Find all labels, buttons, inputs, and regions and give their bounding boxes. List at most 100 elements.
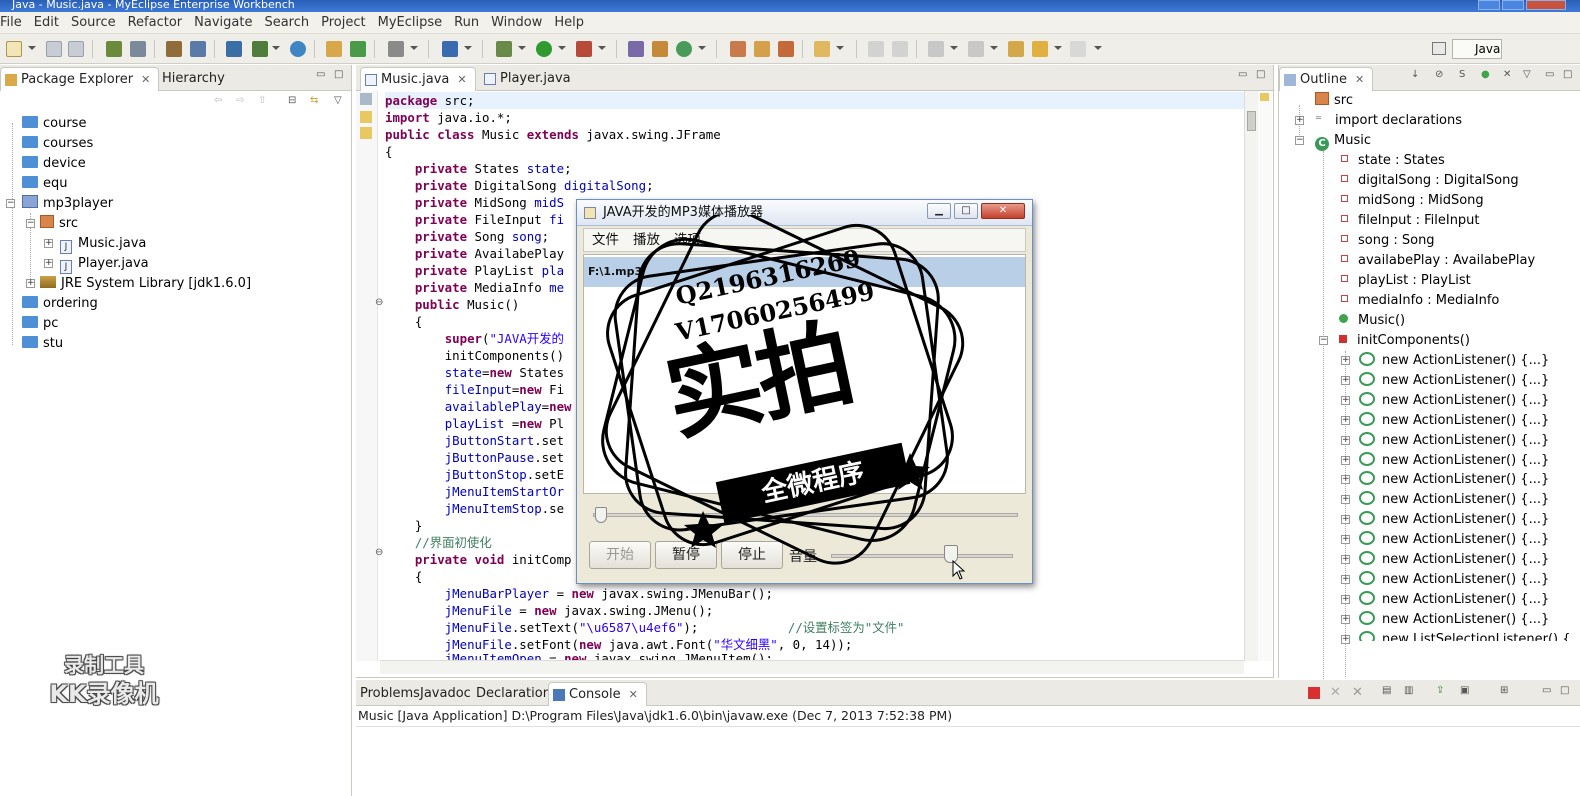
screenshot-icon[interactable] [388,41,404,57]
outline-item-class-music[interactable]: C Music [1315,132,1371,151]
forward-icon[interactable] [1070,41,1086,57]
expand-toggle-icon[interactable]: + [1341,356,1350,365]
code-line[interactable]: { [385,568,422,585]
code-line[interactable]: jMenuBarPlayer = new javax.swing.JMenuBa… [385,585,773,602]
tree-project-mp3player[interactable]: mp3player [22,195,113,213]
outline-anonymous-class[interactable]: new ActionListener() {...} [1359,352,1549,370]
code-line[interactable]: private PlayList pla [385,262,564,279]
expand-toggle-icon[interactable]: + [1341,515,1350,525]
next-annotation-dropdown-icon[interactable] [950,46,958,50]
code-line[interactable]: { [385,313,422,330]
expand-toggle-icon[interactable]: + [1341,375,1350,385]
expand-toggle-icon[interactable]: + [1341,495,1350,505]
save-all-icon[interactable] [68,41,84,57]
open-console-icon[interactable]: ⊞ [1500,685,1508,696]
tab-declaration[interactable]: Declaration [470,682,559,706]
expand-toggle-icon[interactable]: + [1341,634,1350,644]
outline-anonymous-class[interactable]: new ActionListener() {...} [1359,391,1549,410]
browser-icon[interactable] [190,41,206,57]
minimize-button[interactable] [1478,0,1500,10]
menu-search[interactable]: Search [258,12,315,34]
view-menu-icon[interactable]: ▽ [334,95,342,106]
search-folder-icon[interactable] [814,41,830,57]
overview-ruler[interactable] [1258,91,1272,661]
minimize-view-icon[interactable]: ▭ [1545,69,1554,80]
code-line[interactable]: jMenuFile = new javax.swing.JMenu(); [385,602,714,619]
menu-help[interactable]: Help [548,12,590,34]
tree-folder-equ[interactable]: equ [22,175,68,193]
scroll-lock-icon[interactable]: ▥ [1404,685,1413,696]
code-line[interactable]: state=new States [385,364,564,381]
outline-anonymous-class[interactable]: new ActionListener() {...} [1359,471,1549,489]
open-folder-icon[interactable] [326,41,342,57]
tree-library-jre[interactable]: JRE System Library [jdk1.6.0] [40,275,251,293]
run-icon[interactable] [536,41,552,57]
console-output[interactable] [356,726,1580,796]
outline-item-package[interactable]: src [1315,92,1353,110]
remove-launch-icon[interactable]: ✕ [1330,685,1341,700]
deploy-icon[interactable] [130,41,146,57]
perspective-java-button[interactable]: Java [1452,39,1502,59]
expand-toggle-icon[interactable]: + [1341,435,1350,445]
outline-method-initcomponents[interactable]: initComponents() [1339,332,1470,350]
code-line[interactable]: public class Music extends javax.swing.J… [385,126,721,143]
maximize-view-icon[interactable]: □ [1256,69,1265,80]
back-icon[interactable] [1032,41,1048,57]
collapse-all-icon[interactable]: ⊟ [288,95,296,106]
minimize-view-icon[interactable]: ▭ [316,69,325,80]
tree-file-player-java[interactable]: J Player.java [60,255,149,274]
edit-icon[interactable] [868,41,884,57]
progress-slider-handle[interactable] [595,507,607,523]
build-icon[interactable] [106,41,122,57]
screenshot-dropdown-icon[interactable] [410,46,418,50]
outline-field[interactable]: song : Song [1341,232,1435,250]
tab-music-java[interactable]: Music.java ✕ [360,67,476,91]
clear-console-icon[interactable]: ▤ [1382,685,1391,696]
player-minimize-button[interactable]: ▁ [927,203,951,219]
console-icon[interactable] [442,41,458,57]
menu-run[interactable]: Run [448,12,485,34]
warning-icon[interactable] [360,111,372,123]
outline-anonymous-class[interactable]: new ActionListener() {...} [1359,551,1549,569]
tree-folder-course[interactable]: course [22,115,86,133]
maximize-button[interactable] [1502,0,1524,10]
tree-package-src[interactable]: src [40,215,78,233]
warning-marker-icon[interactable] [1260,93,1269,101]
expand-toggle-icon[interactable]: + [1341,594,1350,604]
save-icon[interactable] [46,41,62,57]
expand-toggle-icon[interactable]: + [44,259,53,268]
link-editor-icon[interactable]: ⇆ [310,95,318,106]
search-java-icon[interactable] [754,41,770,57]
outline-anonymous-class[interactable]: new ListSelectionListener() {...} [1359,630,1580,641]
tree-folder-ordering[interactable]: ordering [22,295,98,313]
outline-anonymous-class[interactable]: new ActionListener() {...} [1359,511,1549,529]
player-title-bar[interactable]: JAVA开发的MP3媒体播放器 ▁ □ ✕ [577,200,1032,226]
minimize-view-icon[interactable]: ▭ [1542,685,1551,696]
code-line[interactable]: private MediaInfo me [385,279,564,296]
minimize-view-icon[interactable]: ▭ [1238,69,1247,80]
code-line[interactable]: jMenuItemStop.se [385,500,564,517]
outline-field[interactable]: fileInput : FileInput [1341,212,1480,230]
back-dropdown-icon[interactable] [1054,46,1062,50]
tab-outline[interactable]: Outline ✕ [1279,67,1374,91]
display-console-icon[interactable]: ▣ [1460,685,1469,696]
hide-static-icon[interactable]: S [1459,69,1465,80]
outline-anonymous-class[interactable]: new ActionListener() {...} [1359,610,1549,629]
code-line[interactable]: jMenuItemOpen = new javax.swing.JMenuIte… [385,650,773,660]
outline-anonymous-class[interactable]: new ActionListener() {...} [1359,491,1549,509]
outline-anonymous-class[interactable]: new ActionListener() {...} [1359,590,1549,609]
outline-anonymous-class[interactable]: new ActionListener() {...} [1359,411,1549,430]
player-close-button[interactable]: ✕ [981,203,1025,219]
code-line[interactable]: jButtonPause.set [385,449,564,466]
code-line[interactable]: private Song song; [385,228,549,245]
close-icon[interactable]: ✕ [629,688,638,701]
expand-toggle-icon[interactable]: + [44,239,53,248]
tree-folder-stu[interactable]: stu [22,335,63,353]
player-maximize-button[interactable]: □ [954,203,978,219]
tree-folder-pc[interactable]: pc [22,315,58,333]
sort-icon[interactable]: ↓ [1411,69,1419,80]
player-menu-play[interactable]: 播放 [625,229,666,251]
code-line[interactable]: { [385,143,392,160]
menu-window[interactable]: Window [485,12,548,34]
scrollbar-thumb[interactable] [1247,111,1256,131]
